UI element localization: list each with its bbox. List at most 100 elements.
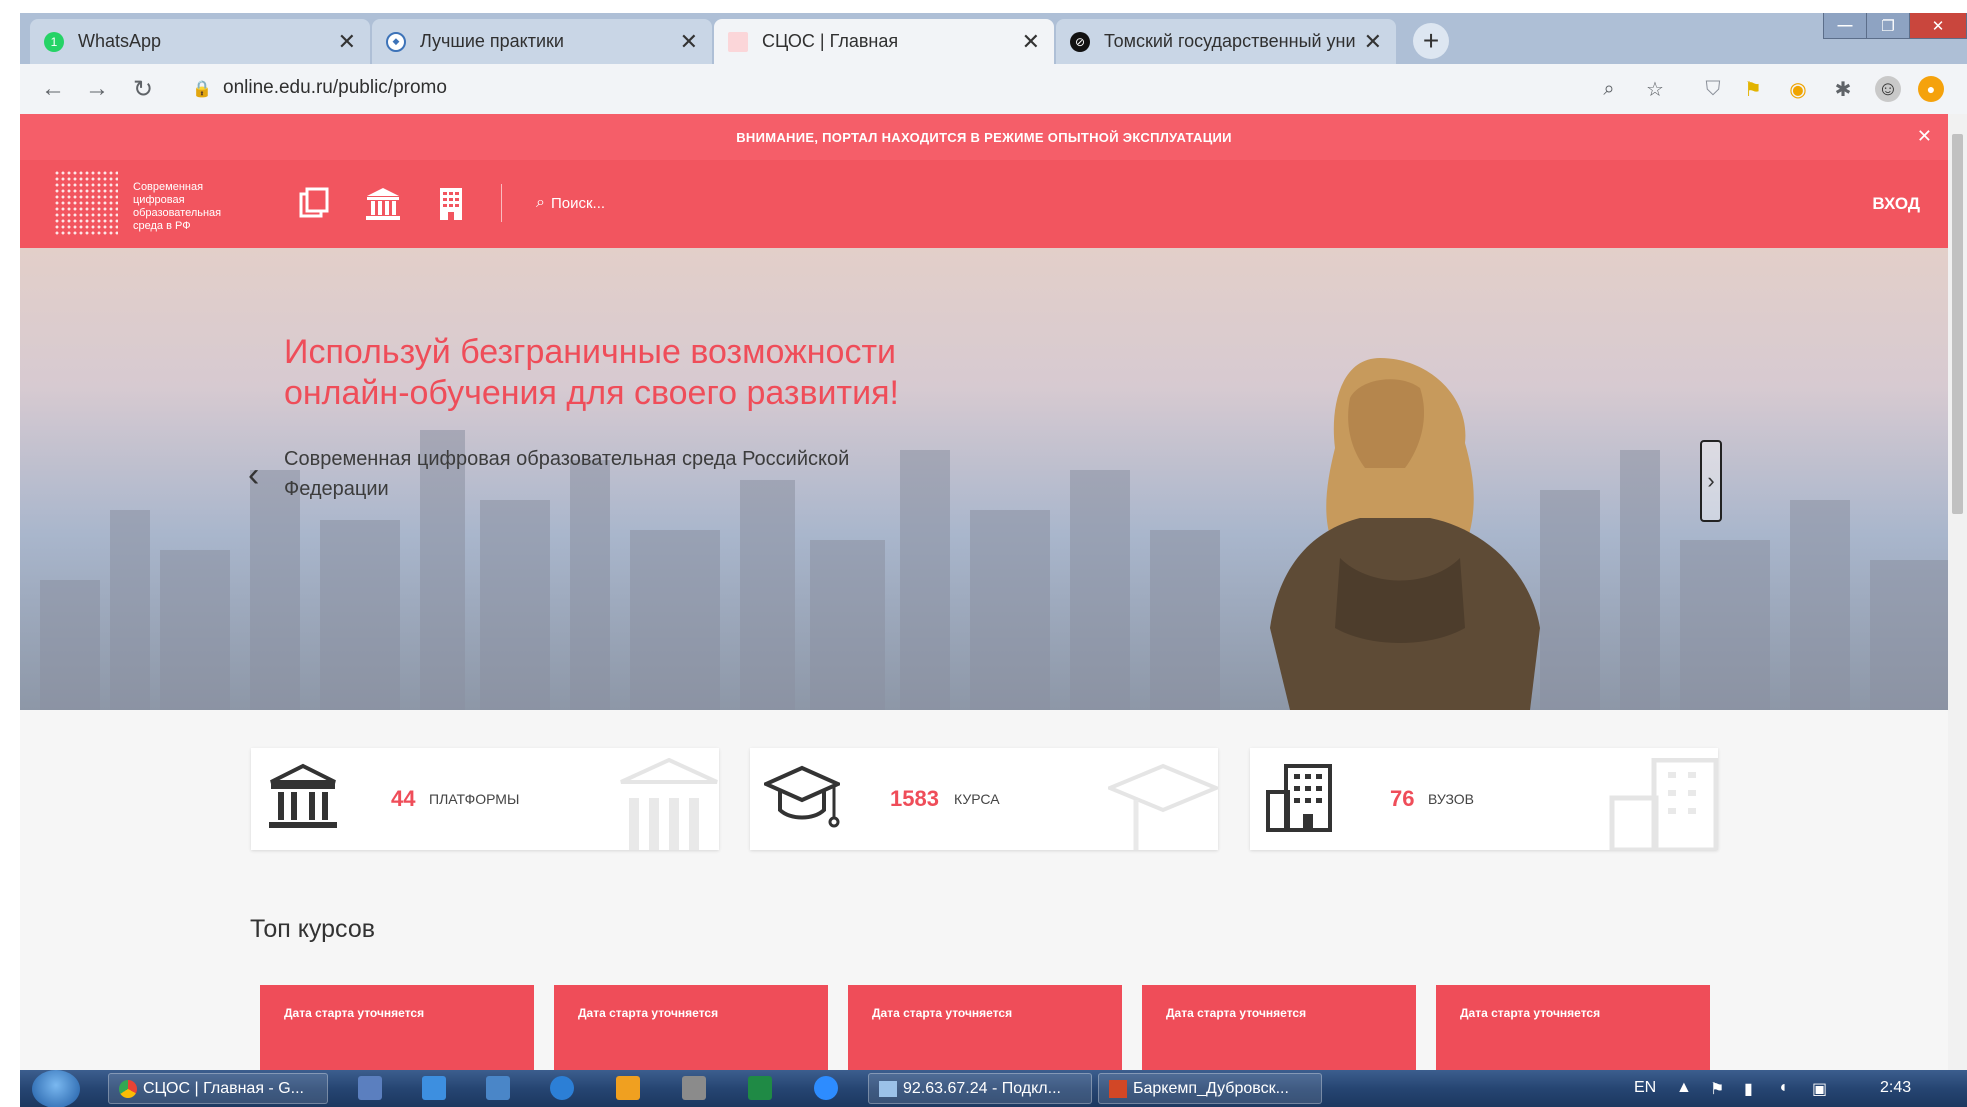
save-icon[interactable]	[358, 1076, 382, 1100]
stat-number: 44	[391, 786, 416, 811]
remote-desktop-icon	[879, 1080, 897, 1097]
taskbar-item-label: СЦОС | Главная - G...	[143, 1079, 304, 1097]
course-card[interactable]: Дата старта уточняется	[260, 985, 534, 1070]
tsu-icon: ⊘	[1070, 31, 1090, 52]
minimize-button[interactable]: —	[1823, 13, 1867, 39]
new-tab-button[interactable]: +	[1413, 23, 1449, 59]
update-icon[interactable]: ●	[1918, 76, 1944, 102]
taskbar-item-label: 92.63.67.24 - Подкл...	[903, 1079, 1061, 1097]
hero-title: Используй безграничные возможности онлай…	[284, 333, 899, 412]
taskbar-item-chrome[interactable]: СЦОС | Главная - G...	[108, 1073, 328, 1104]
course-card[interactable]: Дата старта уточняется	[1142, 985, 1416, 1070]
media-player-icon[interactable]	[616, 1076, 640, 1100]
tab-whatsapp[interactable]: 1 WhatsApp ✕	[30, 19, 370, 64]
chrome-icon	[119, 1079, 137, 1098]
tab-tsu[interactable]: ⊘ Томский государственный унив ✕	[1056, 19, 1396, 64]
action-center-icon[interactable]: ⚑	[1710, 1079, 1724, 1099]
back-button[interactable]: ←	[38, 74, 68, 104]
forward-button[interactable]: →	[82, 74, 112, 104]
course-card[interactable]: Дата старта уточняется	[554, 985, 828, 1070]
reload-button[interactable]: ↻	[128, 74, 158, 104]
institution-icon	[269, 763, 337, 828]
address-bar[interactable]: online.edu.ru/public/promo	[223, 77, 447, 99]
taskbar-item-powerpoint[interactable]: Баркемп_Дубровск...	[1098, 1073, 1322, 1104]
whatsapp-icon: 1	[44, 31, 64, 52]
institution-icon[interactable]	[363, 184, 403, 224]
building-icon[interactable]	[431, 184, 471, 224]
volume-icon[interactable]: ◖	[1778, 1079, 1788, 1097]
institution-icon	[620, 758, 718, 850]
bookmark-extension-icon[interactable]: ⚑	[1740, 76, 1766, 102]
close-icon[interactable]: ✕	[680, 29, 698, 55]
close-window-button[interactable]: ✕	[1909, 13, 1967, 39]
app-icon[interactable]	[422, 1076, 446, 1100]
maximize-button[interactable]: ❐	[1866, 13, 1910, 39]
stat-platforms[interactable]: 44 ПЛАТФОРМЫ	[251, 748, 719, 850]
scrollbar-thumb[interactable]	[1952, 134, 1963, 514]
tab-title: СЦОС | Главная	[762, 31, 899, 51]
carousel-prev-button[interactable]: ‹	[248, 456, 259, 495]
page-viewport: ВНИМАНИЕ, ПОРТАЛ НАХОДИТСЯ В РЕЖИМЕ ОПЫТ…	[20, 114, 1948, 1070]
location-extension-icon[interactable]: ◉	[1785, 76, 1811, 102]
close-icon[interactable]: ✕	[338, 29, 356, 55]
power-icon[interactable]: ▣	[1812, 1079, 1827, 1099]
stat-number: 1583	[890, 786, 939, 811]
internet-explorer-icon[interactable]	[550, 1076, 574, 1100]
notice-banner: ВНИМАНИЕ, ПОРТАЛ НАХОДИТСЯ В РЕЖИМЕ ОПЫТ…	[20, 114, 1948, 160]
building-icon	[1609, 758, 1718, 850]
top-courses-title: Топ курсов	[250, 915, 376, 943]
stat-courses[interactable]: 1583 КУРСА	[750, 748, 1218, 850]
start-button[interactable]	[32, 1070, 80, 1107]
search-icon: ⌕	[536, 194, 545, 211]
search-field[interactable]: ⌕ Поиск...	[536, 194, 605, 212]
zoom-icon[interactable]: ⌕	[1596, 76, 1622, 102]
lock-icon: 🔒	[192, 81, 212, 98]
carousel-next-button[interactable]: ›	[1700, 440, 1722, 522]
close-icon[interactable]: ✕	[1917, 126, 1932, 147]
stat-label: ВУЗОВ	[1428, 791, 1474, 807]
taskbar-item-label: Баркемп_Дубровск...	[1133, 1079, 1289, 1097]
tab-title: Томский государственный унив	[1104, 31, 1356, 51]
stat-label: КУРСА	[954, 791, 1000, 807]
network-icon[interactable]: ▮	[1744, 1079, 1753, 1099]
course-start-date: Дата старта уточняется	[1166, 1006, 1307, 1020]
graduation-cap-icon	[1108, 763, 1218, 850]
excel-icon[interactable]	[748, 1076, 772, 1100]
tab-best-practices[interactable]: ◆ Лучшие практики ✕	[372, 19, 712, 64]
stat-number: 76	[1390, 786, 1415, 811]
app-icon[interactable]	[682, 1076, 706, 1100]
extensions-puzzle-icon[interactable]: ✱	[1830, 76, 1856, 102]
clock[interactable]: 2:43	[1880, 1079, 1911, 1097]
stat-label: ПЛАТФОРМЫ	[429, 791, 520, 807]
shield-icon: ◆	[386, 31, 406, 52]
app-icon[interactable]	[486, 1076, 510, 1100]
login-button[interactable]: ВХОД	[1872, 194, 1920, 214]
bookmark-star-icon[interactable]: ☆	[1642, 76, 1668, 102]
course-card[interactable]: Дата старта уточняется	[1436, 985, 1710, 1070]
header-divider	[501, 184, 502, 222]
stat-universities[interactable]: 76 ВУЗОВ	[1250, 748, 1718, 850]
hero-banner: Используй безграничные возможности онлай…	[20, 248, 1948, 710]
close-icon[interactable]: ✕	[1364, 29, 1382, 55]
language-indicator[interactable]: EN	[1634, 1079, 1656, 1097]
page-scrollbar[interactable]	[1948, 114, 1967, 1070]
course-card[interactable]: Дата старта уточняется	[848, 985, 1122, 1070]
tray-expand-icon[interactable]: ▲	[1676, 1079, 1692, 1097]
building-icon	[1266, 764, 1332, 832]
close-icon[interactable]: ✕	[1022, 29, 1040, 55]
tab-title: WhatsApp	[78, 31, 162, 51]
logo-icon[interactable]	[54, 170, 118, 236]
tab-scos-main[interactable]: СЦОС | Главная ✕	[714, 19, 1054, 64]
zoom-app-icon[interactable]	[814, 1076, 838, 1100]
shield-extension-icon[interactable]: ⛉	[1700, 76, 1726, 102]
course-start-date: Дата старта уточняется	[578, 1006, 719, 1020]
logo-text[interactable]: Современная цифровая образовательная сре…	[133, 181, 243, 233]
search-placeholder: Поиск...	[550, 194, 606, 212]
tab-title: Лучшие практики	[420, 31, 564, 51]
taskbar-item-remote[interactable]: 92.63.67.24 - Подкл...	[868, 1073, 1092, 1104]
powerpoint-icon	[1109, 1079, 1127, 1098]
courses-icon[interactable]	[295, 184, 335, 224]
hero-person-image	[1270, 358, 1540, 710]
browser-window: 1 WhatsApp ✕ ◆ Лучшие практики ✕ СЦОС | …	[20, 13, 1967, 1107]
profile-avatar-icon[interactable]: ☺	[1875, 76, 1901, 102]
